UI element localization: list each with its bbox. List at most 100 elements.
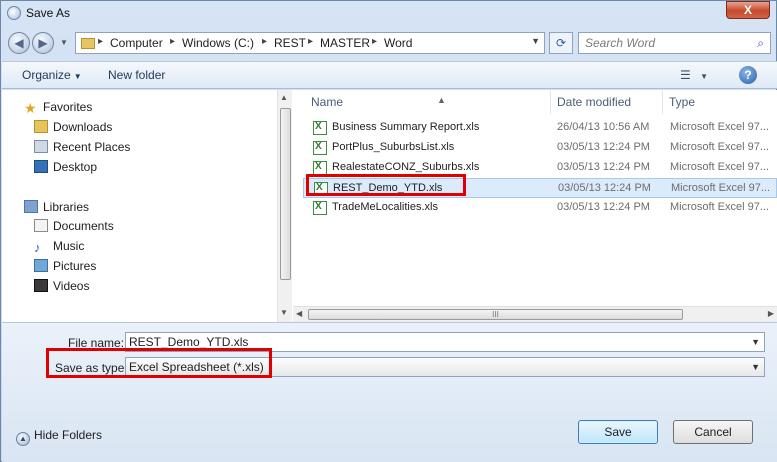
excel-file-icon [313, 121, 327, 135]
desktop-icon [34, 160, 48, 173]
file-name: Business Summary Report.xls [332, 121, 480, 133]
sidebar-item-documents[interactable]: Documents [34, 219, 114, 237]
change-view-button[interactable]: ☰ ▼ [680, 68, 708, 82]
sidebar-label: Music [53, 239, 85, 253]
save-as-dialog: Save As X ◀ ▶ ▼ ▸ Computer ▸ Windows (C:… [0, 0, 777, 462]
chevron-right-icon[interactable]: ▸ [170, 36, 175, 47]
sidebar-label: Recent Places [53, 140, 131, 154]
refresh-icon: ⟳ [555, 36, 567, 50]
close-button[interactable]: X [726, 1, 770, 19]
highlight-annotation [306, 174, 466, 196]
file-type: Microsoft Excel 97... [671, 182, 771, 194]
file-date: 03/05/13 12:24 PM [557, 201, 650, 213]
cancel-button[interactable]: Cancel [673, 420, 753, 444]
back-button[interactable]: ◀ [8, 32, 30, 54]
refresh-button[interactable]: ⟳ [549, 32, 573, 54]
downloads-folder-icon [34, 120, 48, 133]
address-dropdown-icon[interactable]: ▼ [531, 36, 540, 46]
help-icon[interactable]: ? [739, 66, 757, 84]
sidebar-item-music[interactable]: ♪ Music [34, 239, 84, 257]
sidebar-label: Pictures [53, 259, 97, 273]
sidebar-item-recent-places[interactable]: Recent Places [34, 140, 130, 158]
sidebar-item-libraries[interactable]: Libraries [24, 200, 89, 218]
file-type: Microsoft Excel 97... [670, 121, 770, 133]
file-name-value: REST_Demo_YTD.xls [129, 335, 249, 349]
chevron-down-icon[interactable]: ▼ [751, 333, 760, 351]
dialog-icon [7, 6, 21, 20]
star-icon: ★ [24, 100, 37, 116]
navigation-bar: ◀ ▶ ▼ ▸ Computer ▸ Windows (C:) ▸ REST ▸… [5, 29, 772, 57]
forward-button[interactable]: ▶ [32, 32, 54, 54]
collapse-up-icon: ▲ [16, 432, 30, 446]
sidebar-label: Documents [53, 219, 114, 233]
sidebar-item-favorites[interactable]: ★ Favorites [24, 100, 92, 118]
breadcrumb-drive[interactable]: Windows (C:) [182, 36, 254, 50]
chevron-right-icon[interactable]: ▸ [372, 36, 377, 47]
excel-file-icon [313, 201, 327, 215]
highlight-annotation [46, 348, 272, 378]
breadcrumb-word[interactable]: Word [384, 36, 412, 50]
music-icon: ♪ [34, 240, 41, 255]
sidebar-item-videos[interactable]: Videos [34, 279, 89, 297]
organize-button[interactable]: Organize ▼ [22, 68, 82, 82]
file-row[interactable]: Business Summary Report.xls 26/04/13 10:… [303, 118, 777, 138]
hide-folders-label: Hide Folders [34, 428, 103, 442]
file-date: 03/05/13 12:24 PM [558, 182, 651, 194]
new-folder-button[interactable]: New folder [108, 68, 165, 82]
file-date: 26/04/13 10:56 AM [557, 121, 650, 133]
column-header-date[interactable]: Date modified [551, 90, 663, 114]
scroll-right-icon[interactable]: ▶ [768, 309, 774, 318]
sidebar-item-pictures[interactable]: Pictures [34, 259, 96, 277]
dialog-title: Save As [26, 6, 71, 20]
sidebar-item-downloads[interactable]: Downloads [34, 120, 112, 138]
navigation-scrollbar[interactable]: ▲ ▼ [277, 90, 292, 322]
recent-locations-chevron-icon[interactable]: ▼ [60, 38, 68, 47]
file-row[interactable]: PortPlus_SuburbsList.xls 03/05/13 12:24 … [303, 138, 777, 158]
scroll-left-icon[interactable]: ◀ [296, 309, 302, 318]
pictures-icon [34, 259, 48, 272]
column-label: Name [311, 95, 344, 109]
folder-icon [81, 38, 95, 49]
chevron-down-icon: ▼ [700, 72, 709, 81]
title-bar: Save As X [1, 1, 776, 27]
libraries-icon [24, 200, 38, 213]
scroll-thumb[interactable] [280, 108, 291, 280]
chevron-right-icon[interactable]: ▸ [98, 36, 103, 47]
save-options-panel: File name: REST_Demo_YTD.xls ▼ Save as t… [2, 322, 777, 462]
file-list: Name ▲ Date modified Type Business Summar… [293, 90, 777, 322]
file-type: Microsoft Excel 97... [670, 201, 770, 213]
scroll-thumb[interactable]: III [308, 309, 683, 320]
sidebar-label: Libraries [43, 200, 90, 214]
sidebar-label: Favorites [43, 100, 93, 114]
videos-icon [34, 279, 48, 292]
chevron-right-icon[interactable]: ▸ [308, 36, 313, 47]
breadcrumb-master[interactable]: MASTER [320, 36, 370, 50]
breadcrumb-rest[interactable]: REST [274, 36, 306, 50]
hide-folders-button[interactable]: ▲ Hide Folders [16, 428, 102, 446]
sidebar-label: Desktop [53, 160, 98, 174]
command-toolbar: Organize ▼ New folder ☰ ▼ ? [2, 61, 777, 89]
file-row[interactable]: TradeMeLocalities.xls 03/05/13 12:24 PM … [303, 198, 777, 218]
file-name: TradeMeLocalities.xls [332, 201, 438, 213]
sidebar-item-desktop[interactable]: Desktop [34, 160, 97, 178]
file-date: 03/05/13 12:24 PM [557, 161, 650, 173]
scroll-down-icon[interactable]: ▼ [280, 308, 288, 317]
address-bar[interactable]: ▸ Computer ▸ Windows (C:) ▸ REST ▸ MASTE… [75, 32, 545, 54]
horizontal-scrollbar[interactable]: ◀ III ▶ [293, 306, 777, 322]
sidebar-label: Downloads [53, 120, 113, 134]
browser-area: ★ Favorites Downloads Recent Places Deskt… [2, 90, 777, 322]
organize-label: Organize [22, 68, 71, 82]
scroll-up-icon[interactable]: ▲ [280, 93, 288, 102]
breadcrumb-computer[interactable]: Computer [110, 36, 163, 50]
sidebar-label: Videos [53, 279, 90, 293]
column-header-type[interactable]: Type [663, 90, 777, 114]
chevron-down-icon: ▼ [73, 72, 82, 81]
save-button[interactable]: Save [578, 420, 658, 444]
search-input[interactable]: Search Word ⌕ [578, 32, 771, 54]
file-date: 03/05/13 12:24 PM [557, 141, 650, 153]
column-header-name[interactable]: Name ▲ [305, 90, 551, 114]
chevron-right-icon[interactable]: ▸ [262, 36, 267, 47]
file-name: RealestateCONZ_Suburbs.xls [332, 161, 480, 173]
recent-places-icon [34, 140, 48, 153]
chevron-down-icon[interactable]: ▼ [751, 358, 760, 376]
